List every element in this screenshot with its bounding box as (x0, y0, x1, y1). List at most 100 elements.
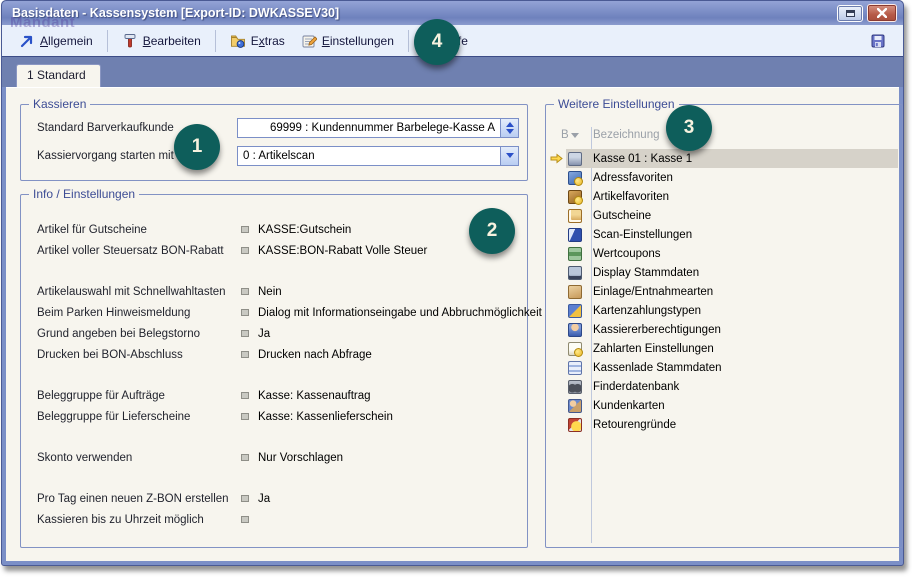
info-group-title: Info / Einstellungen (29, 187, 139, 201)
info-value: KASSE:Gutschein (258, 224, 351, 236)
column-b-header[interactable]: B (561, 129, 585, 141)
list-item-label: Gutscheine (593, 210, 651, 222)
list-item[interactable]: Zahlarten Einstellungen (546, 339, 898, 358)
allgemein-button[interactable]: Allgemein (12, 30, 100, 52)
list-item-label: Kundenkarten (593, 400, 665, 412)
list-item[interactable]: Kundenkarten (546, 396, 898, 415)
content-page: Kassieren Standard Barverkaufkunde 69999… (6, 87, 899, 561)
list-item-label: Kasse 01 : Kasse 1 (593, 153, 692, 165)
bullet-icon (241, 226, 249, 233)
sort-arrow-icon (571, 133, 579, 138)
hammer-icon (122, 33, 138, 49)
cashier-permissions-icon (568, 323, 582, 337)
bullet-icon (241, 351, 249, 358)
info-value: Kasse: Kassenauftrag (258, 390, 371, 402)
info-row: Artikelauswahl mit SchnellwahltastenNein (37, 281, 521, 302)
list-item[interactable]: Kartenzahlungstypen (546, 301, 898, 320)
info-label: Kassieren bis zu Uhrzeit möglich (37, 514, 241, 526)
info-label: Grund angeben bei Belegstorno (37, 328, 241, 340)
bullet-icon (241, 495, 249, 502)
arrow-up-right-icon (19, 33, 35, 49)
list-item-label: Retourengründe (593, 419, 676, 431)
list-item[interactable]: Wertcoupons (546, 244, 898, 263)
info-row: Beleggruppe für LieferscheineKasse: Kass… (37, 406, 521, 427)
list-item[interactable]: Artikelfavoriten (546, 187, 898, 206)
deposit-withdrawal-icon (568, 285, 582, 299)
dropdown-button[interactable] (500, 147, 518, 165)
info-value: Drucken nach Abfrage (258, 349, 372, 361)
tab-standard[interactable]: 1 Standard (16, 64, 101, 87)
info-row: Beleggruppe für Aufträge Kasse: Kassenauf… (37, 385, 521, 406)
allgemein-label: Allgemein (40, 34, 93, 48)
kassiervorgang-select[interactable]: 0 : Artikelscan (237, 146, 519, 166)
info-label: Skonto verwenden (37, 452, 241, 464)
field-row: Kassiervorgang starten mit 0 : Artikelsc… (37, 145, 519, 166)
voucher-icon (568, 209, 582, 223)
list-item[interactable]: Display Stammdaten (546, 263, 898, 282)
list-item[interactable]: Einlage/Entnahmearten (546, 282, 898, 301)
address-favorites-icon (568, 171, 582, 185)
bullet-icon (241, 454, 249, 461)
kassieren-group: Kassieren Standard Barverkaufkunde 69999… (20, 104, 528, 181)
settings-list: Kasse 01 : Kasse 1 Adressfavoriten Artik… (546, 149, 898, 434)
info-row: Artikel für Gutscheine KASSE:Gutschein (37, 219, 521, 240)
title-bar[interactable]: Basisdaten - Kassensystem [Export-ID: DW… (2, 1, 903, 25)
display-icon (568, 266, 582, 280)
list-item[interactable]: Adressfavoriten (546, 168, 898, 187)
list-header[interactable]: B Bezeichnung (546, 125, 902, 145)
extras-label: Extras (251, 34, 285, 48)
returns-icon (568, 418, 582, 432)
info-row: Beim Parken HinweismeldungDialog mit Inf… (37, 302, 521, 323)
info-label: Beleggruppe für Aufträge (37, 390, 241, 402)
einstellungen-button[interactable]: Einstellungen (294, 30, 401, 52)
info-value: Nur Vorschlagen (258, 452, 343, 464)
selected-row-arrow-icon (550, 153, 563, 164)
weitere-group: Weitere Einstellungen B Bezeichnung Kass… (545, 104, 903, 548)
customer-cards-icon (568, 399, 582, 413)
info-row: Artikel voller Steuersatz BON-RabattKASS… (37, 240, 521, 261)
info-row: Grund angeben bei Belegstorno Ja (37, 323, 521, 344)
info-value: Ja (258, 493, 270, 505)
restore-button[interactable] (837, 5, 863, 22)
info-row: Drucken bei BON-AbschlussDrucken nach Ab… (37, 344, 521, 365)
app-window: Basisdaten - Kassensystem [Export-ID: DW… (1, 0, 904, 566)
list-item[interactable]: Kassenlade Stammdaten (546, 358, 898, 377)
spinner-buttons[interactable] (500, 119, 518, 137)
info-value: Dialog mit Informationseingabe und Abbru… (258, 307, 542, 319)
binoculars-icon (568, 380, 582, 394)
callout-4: 4 (414, 19, 460, 65)
callout-1: 1 (174, 124, 220, 170)
list-item[interactable]: Finderdatenbank (546, 377, 898, 396)
save-button[interactable] (863, 30, 893, 52)
weitere-group-title: Weitere Einstellungen (554, 97, 679, 111)
cash-drawer-icon (568, 361, 582, 375)
standard-barverkaufkunde-input[interactable]: 69999 : Kundennummer Barbelege-Kasse A (237, 118, 519, 138)
list-item[interactable]: Gutscheine (546, 206, 898, 225)
list-item[interactable]: Scan-Einstellungen (546, 225, 898, 244)
extras-button[interactable]: Extras (223, 30, 292, 52)
info-label: Pro Tag einen neuen Z-BON erstellen (37, 493, 241, 505)
article-favorites-icon (568, 190, 582, 204)
bearbeiten-button[interactable]: Bearbeiten (115, 30, 208, 52)
card-payment-icon (568, 304, 582, 318)
info-value: Kasse: Kassenlieferschein (258, 411, 393, 423)
list-item-label: Zahlarten Einstellungen (593, 343, 714, 355)
desktop: Basisdaten - Kassensystem [Export-ID: DW… (0, 0, 912, 577)
callout-3: 3 (666, 105, 712, 151)
info-label: Artikel für Gutscheine (37, 224, 241, 236)
column-bezeichnung-header[interactable]: Bezeichnung (585, 129, 660, 141)
list-item-label: Artikelfavoriten (593, 191, 669, 203)
list-item[interactable]: Retourengründe (546, 415, 898, 434)
spin-up-icon (506, 122, 514, 127)
info-value: Ja (258, 328, 270, 340)
spin-down-icon (506, 129, 514, 134)
list-item[interactable]: Kassiererberechtigungen (546, 320, 898, 339)
list-item-label: Finderdatenbank (593, 381, 679, 393)
list-item[interactable]: Kasse 01 : Kasse 1 (546, 149, 898, 168)
toolbar-separator (408, 30, 409, 52)
bullet-icon (241, 309, 249, 316)
window-controls (837, 4, 897, 22)
close-button[interactable] (867, 4, 897, 22)
list-item-label: Scan-Einstellungen (593, 229, 692, 241)
toolbar-separator (215, 30, 216, 52)
